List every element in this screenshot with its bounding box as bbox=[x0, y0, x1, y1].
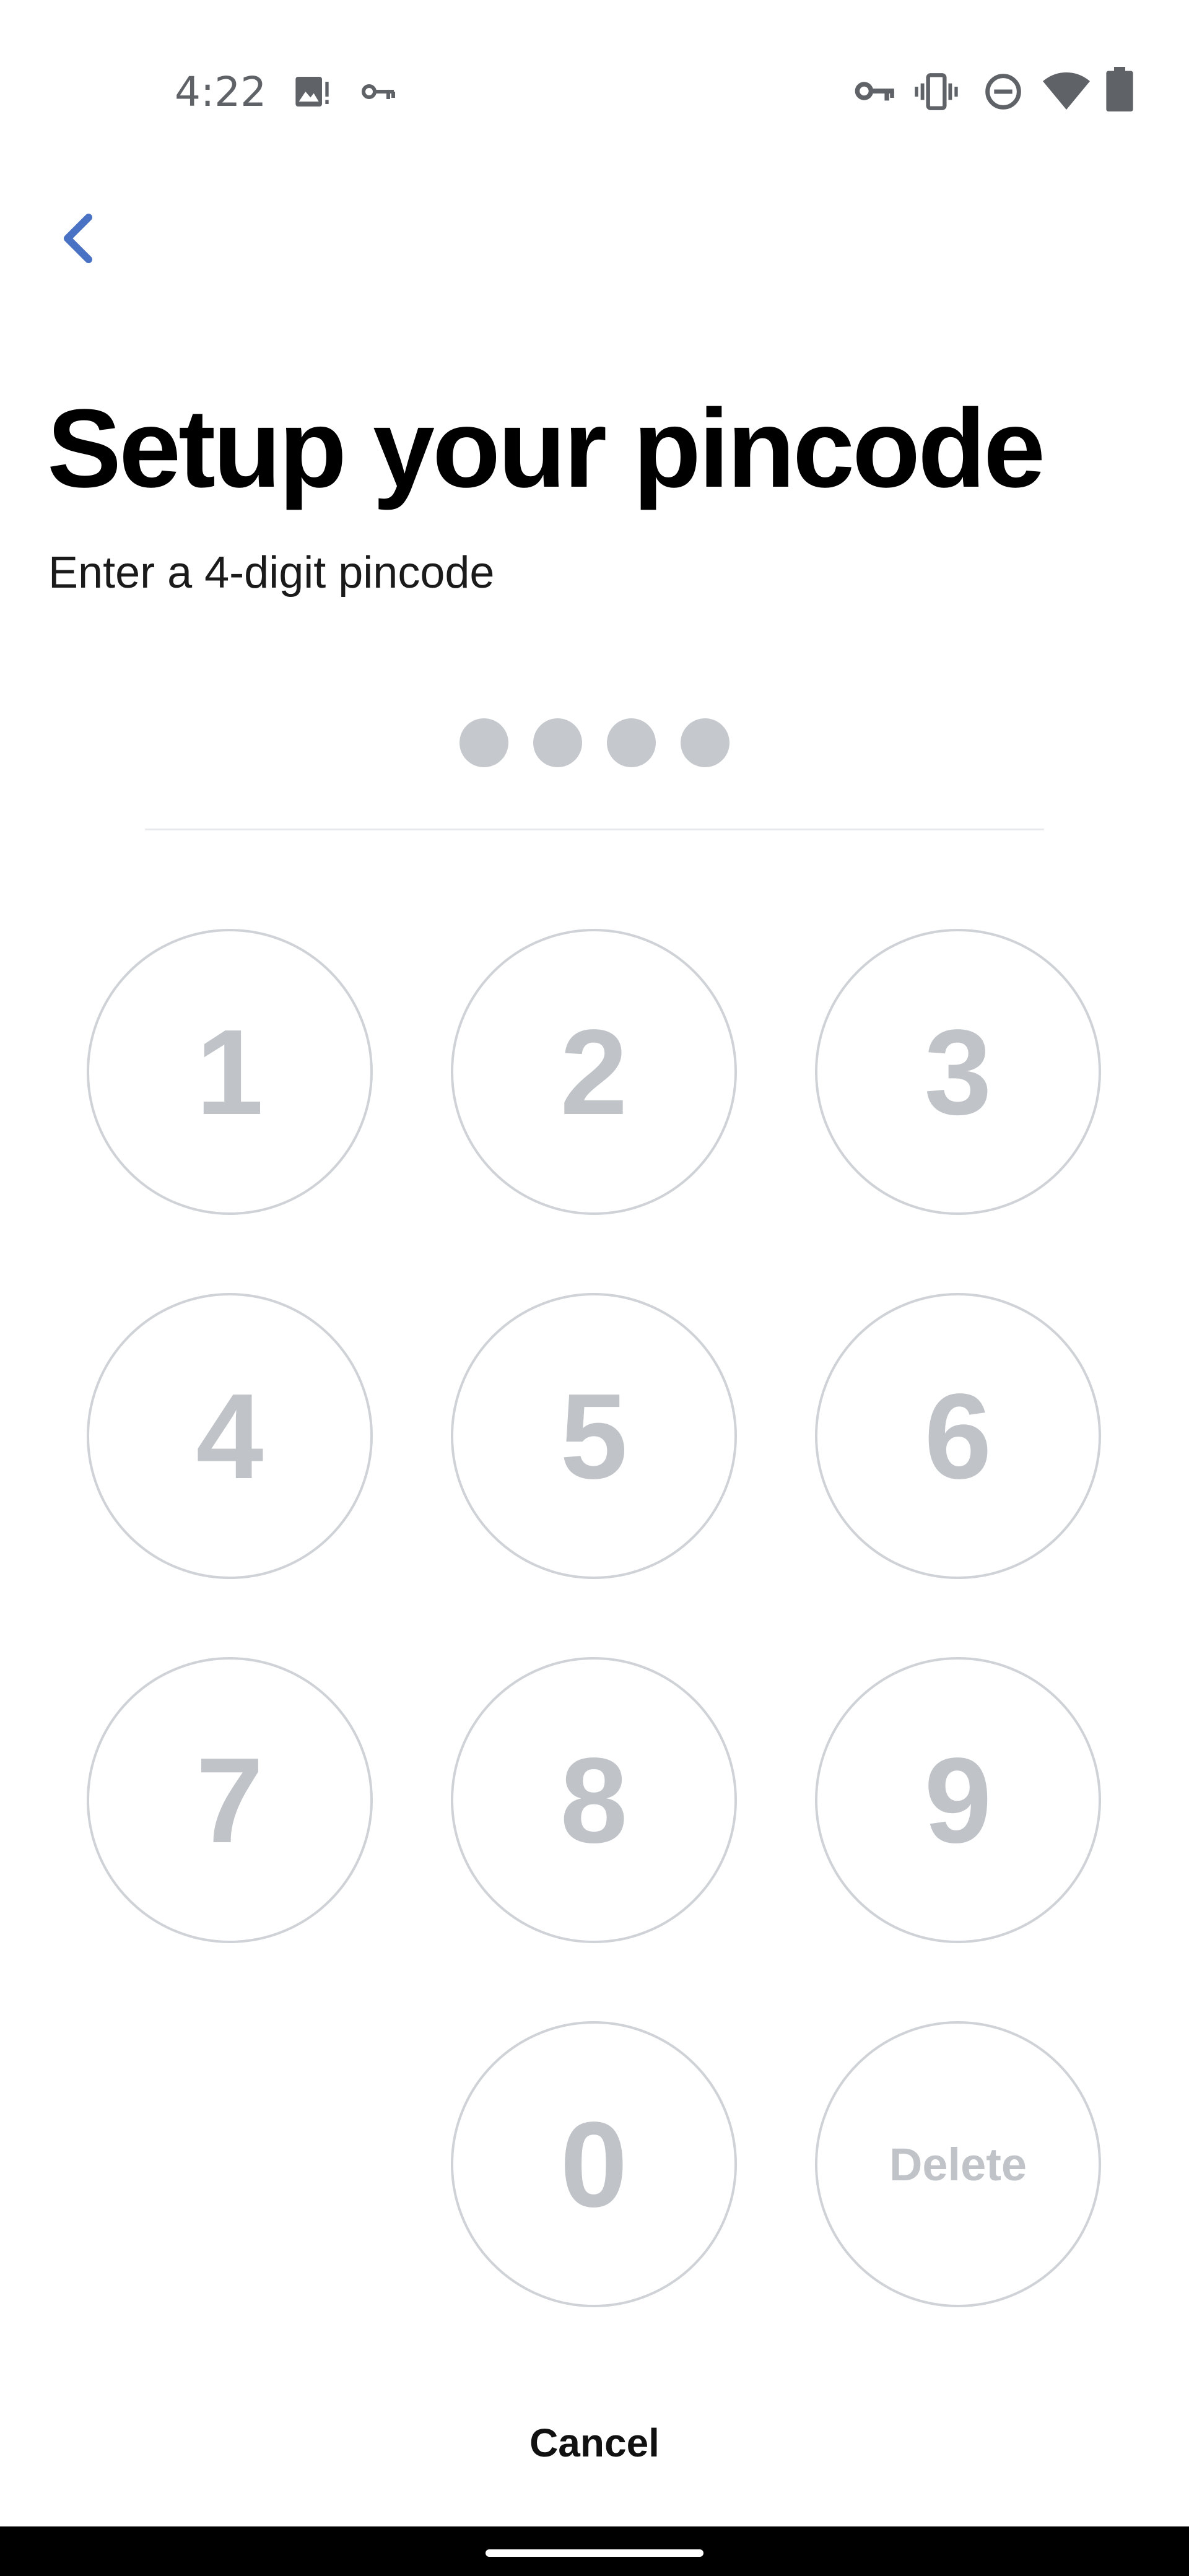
page-title: Setup your pincode bbox=[47, 386, 1045, 511]
key-5[interactable]: 5 bbox=[451, 1293, 737, 1579]
key-6[interactable]: 6 bbox=[815, 1293, 1101, 1579]
key-4[interactable]: 4 bbox=[87, 1293, 373, 1579]
cancel-button[interactable]: Cancel bbox=[409, 2403, 780, 2483]
pin-dot bbox=[681, 718, 730, 767]
page-subtitle: Enter a 4-digit pincode bbox=[48, 548, 495, 598]
battery-icon bbox=[1106, 67, 1133, 111]
key-3[interactable]: 3 bbox=[815, 929, 1101, 1215]
pin-dot bbox=[459, 718, 508, 767]
chevron-left-icon bbox=[64, 214, 92, 263]
key-icon bbox=[362, 84, 395, 99]
key-7[interactable]: 7 bbox=[87, 1657, 373, 1943]
pin-dot bbox=[607, 718, 656, 767]
do-not-disturb-icon bbox=[985, 74, 1021, 110]
status-time: 4:22 bbox=[175, 68, 267, 116]
navigation-bar bbox=[0, 2526, 1189, 2576]
vibrate-icon bbox=[915, 73, 958, 110]
key-2[interactable]: 2 bbox=[451, 929, 737, 1215]
delete-button[interactable]: Delete bbox=[815, 2021, 1101, 2307]
divider bbox=[145, 829, 1044, 830]
image-alert-icon bbox=[295, 77, 329, 107]
key-1[interactable]: 1 bbox=[87, 929, 373, 1215]
home-gesture-handle[interactable] bbox=[486, 2549, 703, 2557]
key-8[interactable]: 8 bbox=[451, 1657, 737, 1943]
status-bar: 4:22 bbox=[0, 0, 1189, 186]
key-9[interactable]: 9 bbox=[815, 1657, 1101, 1943]
vpn-key-icon bbox=[855, 82, 894, 101]
back-button[interactable] bbox=[37, 198, 118, 279]
wifi-icon bbox=[1043, 72, 1090, 110]
pincode-setup-screen: 4:22 Setup your pincode Enter a 4-digit … bbox=[0, 0, 1189, 2576]
pin-indicator bbox=[0, 718, 1189, 768]
key-0[interactable]: 0 bbox=[451, 2021, 737, 2307]
pin-dot bbox=[533, 718, 582, 767]
